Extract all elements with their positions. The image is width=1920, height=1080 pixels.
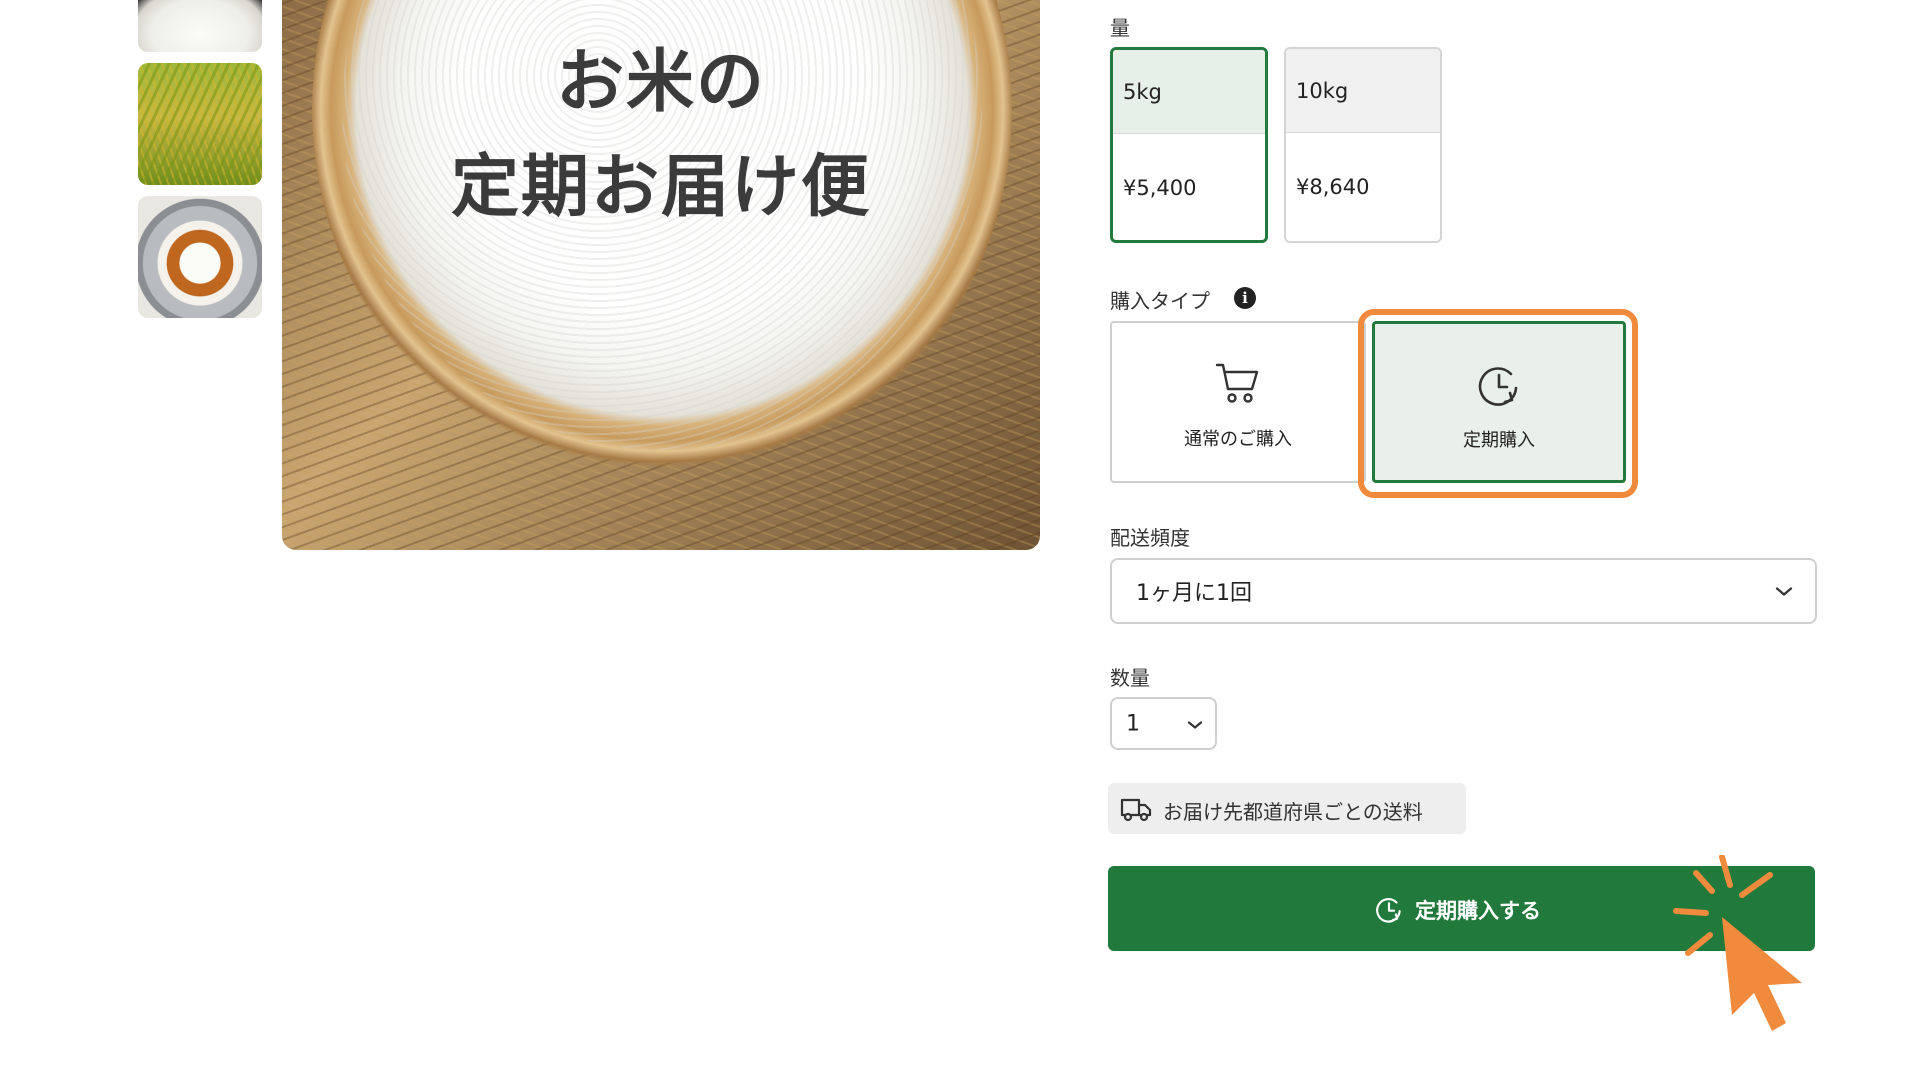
delivery-frequency-select[interactable]: 1ヶ月に1回 [1110,558,1817,624]
product-image-title-line1: お米の [555,43,766,122]
count-label: 数量 [1110,666,1150,690]
shipping-fee-link[interactable]: お届け先都道府県ごとの送料 [1108,783,1466,834]
quantity-label: 量 [1110,16,1130,40]
cart-icon [1215,361,1261,409]
delivery-frequency-value: 1ヶ月に1回 [1136,581,1252,606]
clock-refresh-icon [1374,895,1404,929]
subscribe-buy-button-label: 定期購入する [1415,899,1541,923]
count-value: 1 [1126,711,1140,736]
selection-highlight-outline [1358,309,1638,498]
thumbnail-curry-rice[interactable] [138,196,262,318]
thumbnail-rice-field[interactable] [138,63,262,185]
size-option-price: ¥5,400 [1123,176,1197,200]
click-cursor-icon [1650,854,1820,1049]
delivery-frequency-label: 配送頻度 [1110,526,1190,550]
chevron-down-icon [1775,579,1793,604]
size-option-amount: 10kg [1286,49,1440,133]
shipping-fee-label: お届け先都道府県ごとの送料 [1163,800,1423,824]
truck-icon [1120,796,1152,827]
product-image-title-line2: 定期お届け便 [450,148,871,227]
size-option-price: ¥8,640 [1296,175,1370,199]
purchase-type-label: 購入タイプ [1110,289,1210,313]
product-main-image: お米の 定期お届け便 [282,0,1040,550]
size-option-5kg[interactable]: 5kg ¥5,400 [1110,47,1268,243]
info-icon[interactable]: i [1234,287,1256,309]
count-select[interactable]: 1 [1110,697,1217,750]
chevron-down-icon [1187,711,1203,736]
thumbnail-rice-bowl[interactable] [138,0,262,52]
purchase-type-regular[interactable]: 通常のご購入 [1110,321,1366,483]
size-option-amount: 5kg [1113,50,1265,134]
purchase-type-regular-label: 通常のご購入 [1184,429,1292,450]
size-option-10kg[interactable]: 10kg ¥8,640 [1284,47,1442,243]
product-image-title: お米の 定期お届け便 [282,30,1040,240]
